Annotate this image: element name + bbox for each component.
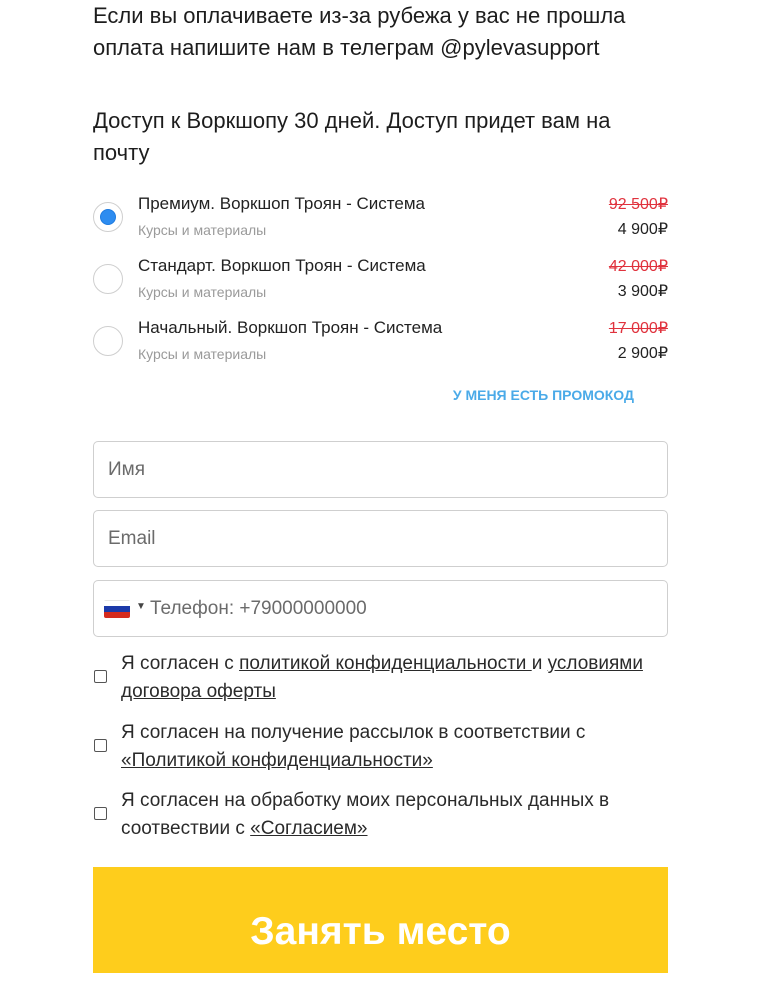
access-info: Доступ к Воркшопу 30 дней. Доступ придет… — [93, 108, 611, 165]
consent-text-prefix: Я согласен с — [121, 653, 240, 674]
privacy-policy-link[interactable]: «Политикой конфиденциальности» — [121, 750, 433, 771]
promo-code-link[interactable]: У меня есть промокод — [453, 387, 634, 403]
plan-title: Премиум. Воркшоп Троян - Система — [138, 194, 425, 213]
phone-field[interactable]: ▼ — [93, 580, 668, 637]
plan-option-premium[interactable]: Премиум. Воркшоп Троян - Система Курсы и… — [93, 190, 668, 252]
name-field[interactable] — [93, 441, 668, 498]
plan-list: Премиум. Воркшоп Троян - Система Курсы и… — [93, 190, 668, 376]
plan-old-price: 17 000₽ — [608, 320, 668, 337]
consent-text: Я согласен на обработку моих персональны… — [121, 787, 651, 843]
email-field[interactable] — [93, 510, 668, 567]
email-input[interactable] — [108, 511, 648, 566]
privacy-policy-link[interactable]: политикой конфиденциальности — [239, 653, 532, 674]
plan-price: 2 900₽ — [617, 345, 668, 362]
name-input[interactable] — [108, 442, 648, 497]
personal-data-checkbox[interactable] — [94, 807, 107, 820]
plan-title: Начальный. Воркшоп Троян - Система — [138, 318, 443, 337]
russia-flag-icon[interactable] — [104, 600, 130, 618]
country-dropdown-caret-icon[interactable]: ▼ — [136, 601, 146, 612]
radio-button-basic[interactable] — [93, 326, 123, 356]
mailing-checkbox[interactable] — [94, 739, 107, 752]
consent-text: Я согласен с политикой конфиденциальност… — [121, 650, 651, 706]
consent-text-middle: и — [531, 653, 548, 674]
plan-option-standard[interactable]: Стандарт. Воркшоп Троян - Система Курсы … — [93, 252, 668, 314]
plan-price: 4 900₽ — [617, 221, 668, 238]
radio-selected-dot — [100, 209, 116, 225]
consent-text-prefix: Я согласен на получение рассылок в соотв… — [121, 722, 586, 743]
phone-input[interactable] — [150, 581, 650, 636]
radio-button-standard[interactable] — [93, 264, 123, 294]
consent-document-link[interactable]: «Согласием» — [250, 818, 367, 839]
plan-old-price: 42 000₽ — [608, 258, 668, 275]
privacy-checkbox[interactable] — [94, 670, 107, 683]
consent-text: Я согласен на получение рассылок в соотв… — [121, 719, 651, 775]
submit-button[interactable]: Занять место — [93, 867, 668, 973]
plan-subtitle: Курсы и материалы — [138, 284, 267, 300]
plan-subtitle: Курсы и материалы — [138, 222, 267, 238]
radio-button-premium[interactable] — [93, 202, 123, 232]
order-form: Если вы оплачиваете из-за рубежа у вас н… — [93, 0, 668, 973]
plan-title: Стандарт. Воркшоп Троян - Система — [138, 256, 426, 275]
plan-old-price: 92 500₽ — [608, 196, 668, 213]
plan-option-basic[interactable]: Начальный. Воркшоп Троян - Система Курсы… — [93, 314, 668, 376]
plan-price: 3 900₽ — [617, 283, 668, 300]
plan-subtitle: Курсы и материалы — [138, 346, 267, 362]
foreign-payment-notice: Если вы оплачиваете из-за рубежа у вас н… — [93, 3, 626, 60]
